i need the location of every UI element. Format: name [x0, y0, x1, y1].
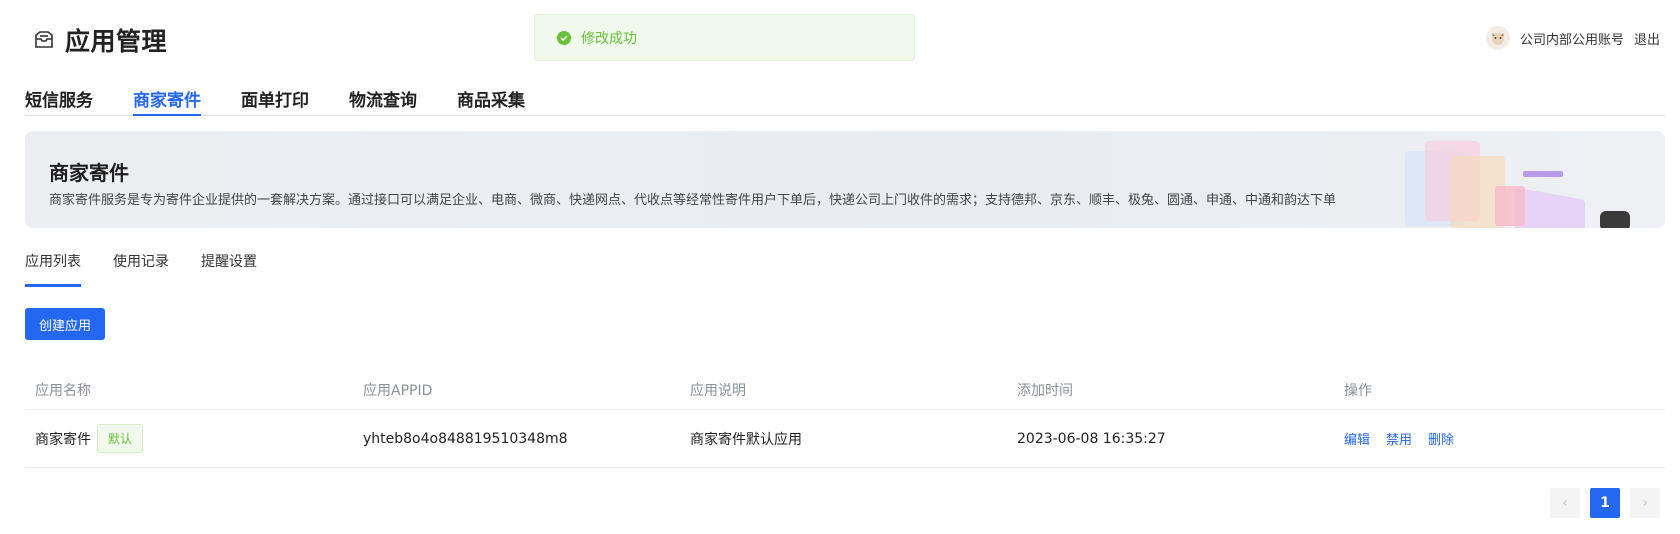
banner-illustration [1365, 131, 1665, 228]
banner-description: 商家寄件服务是专为寄件企业提供的一套解决方案。通过接口可以满足企业、电商、微商、… [49, 193, 1337, 208]
disable-link[interactable]: 禁用 [1386, 429, 1412, 448]
toast-message: 修改成功 [581, 30, 637, 47]
tab-logistics-query[interactable]: 物流查询 [349, 80, 417, 116]
user-name[interactable]: 公司内部公用账号 [1520, 29, 1624, 48]
table-header: 应用名称 应用APPID 应用说明 添加时间 操作 [25, 370, 1665, 410]
header-appid: 应用APPID [363, 382, 433, 399]
sub-tabs: 应用列表 使用记录 提醒设置 [25, 245, 1665, 287]
banner-title: 商家寄件 [49, 161, 129, 185]
app-name: 商家寄件 [35, 431, 91, 448]
header-app-desc: 应用说明 [690, 382, 746, 399]
check-circle-icon [557, 30, 571, 45]
header: 应用管理 修改成功 公司内部公用账号 退出 [0, 0, 1680, 80]
edit-link[interactable]: 编辑 [1344, 429, 1370, 448]
create-app-button[interactable]: 创建应用 [25, 308, 105, 340]
inbox-icon [33, 29, 55, 51]
tab-sms[interactable]: 短信服务 [25, 80, 93, 116]
default-badge: 默认 [97, 424, 144, 453]
next-page-button[interactable]: › [1630, 488, 1660, 518]
cell-appid: yhteb8o4o848819510348m8 [363, 430, 568, 447]
header-added-time: 添加时间 [1017, 382, 1073, 399]
cell-app-name: 商家寄件 默认 [25, 424, 353, 453]
cell-app-desc: 商家寄件默认应用 [690, 431, 802, 448]
tab-reminder-settings[interactable]: 提醒设置 [201, 245, 257, 287]
delete-link[interactable]: 删除 [1428, 429, 1454, 448]
app-table: 应用名称 应用APPID 应用说明 添加时间 操作 商家寄件 默认 yhteb8… [25, 370, 1665, 468]
app-title: 应用管理 [33, 22, 167, 58]
tab-merchant-shipping[interactable]: 商家寄件 [133, 80, 201, 116]
avatar[interactable] [1485, 26, 1510, 50]
logout-link[interactable]: 退出 [1634, 29, 1660, 48]
success-toast: 修改成功 [534, 14, 915, 61]
header-actions: 操作 [1344, 382, 1372, 399]
cell-actions: 编辑 禁用 删除 [1334, 429, 1665, 448]
header-app-name: 应用名称 [35, 382, 91, 399]
tab-waybill-print[interactable]: 面单打印 [241, 80, 309, 116]
user-area: 公司内部公用账号 退出 [1485, 26, 1660, 50]
tab-product-collect[interactable]: 商品采集 [457, 80, 525, 116]
cell-added-time: 2023-06-08 16:35:27 [1017, 430, 1166, 447]
pagination: ‹ 1 › [1550, 488, 1660, 518]
tab-app-list[interactable]: 应用列表 [25, 245, 81, 287]
service-banner: 商家寄件 商家寄件服务是专为寄件企业提供的一套解决方案。通过接口可以满足企业、电… [25, 131, 1665, 228]
prev-page-button[interactable]: ‹ [1550, 488, 1580, 518]
page-title: 应用管理 [65, 27, 168, 56]
page-number[interactable]: 1 [1590, 488, 1620, 518]
table-row: 商家寄件 默认 yhteb8o4o848819510348m8 商家寄件默认应用… [25, 410, 1665, 468]
tab-usage-records[interactable]: 使用记录 [113, 245, 169, 287]
service-tabs: 短信服务 商家寄件 面单打印 物流查询 商品采集 [25, 80, 1665, 116]
